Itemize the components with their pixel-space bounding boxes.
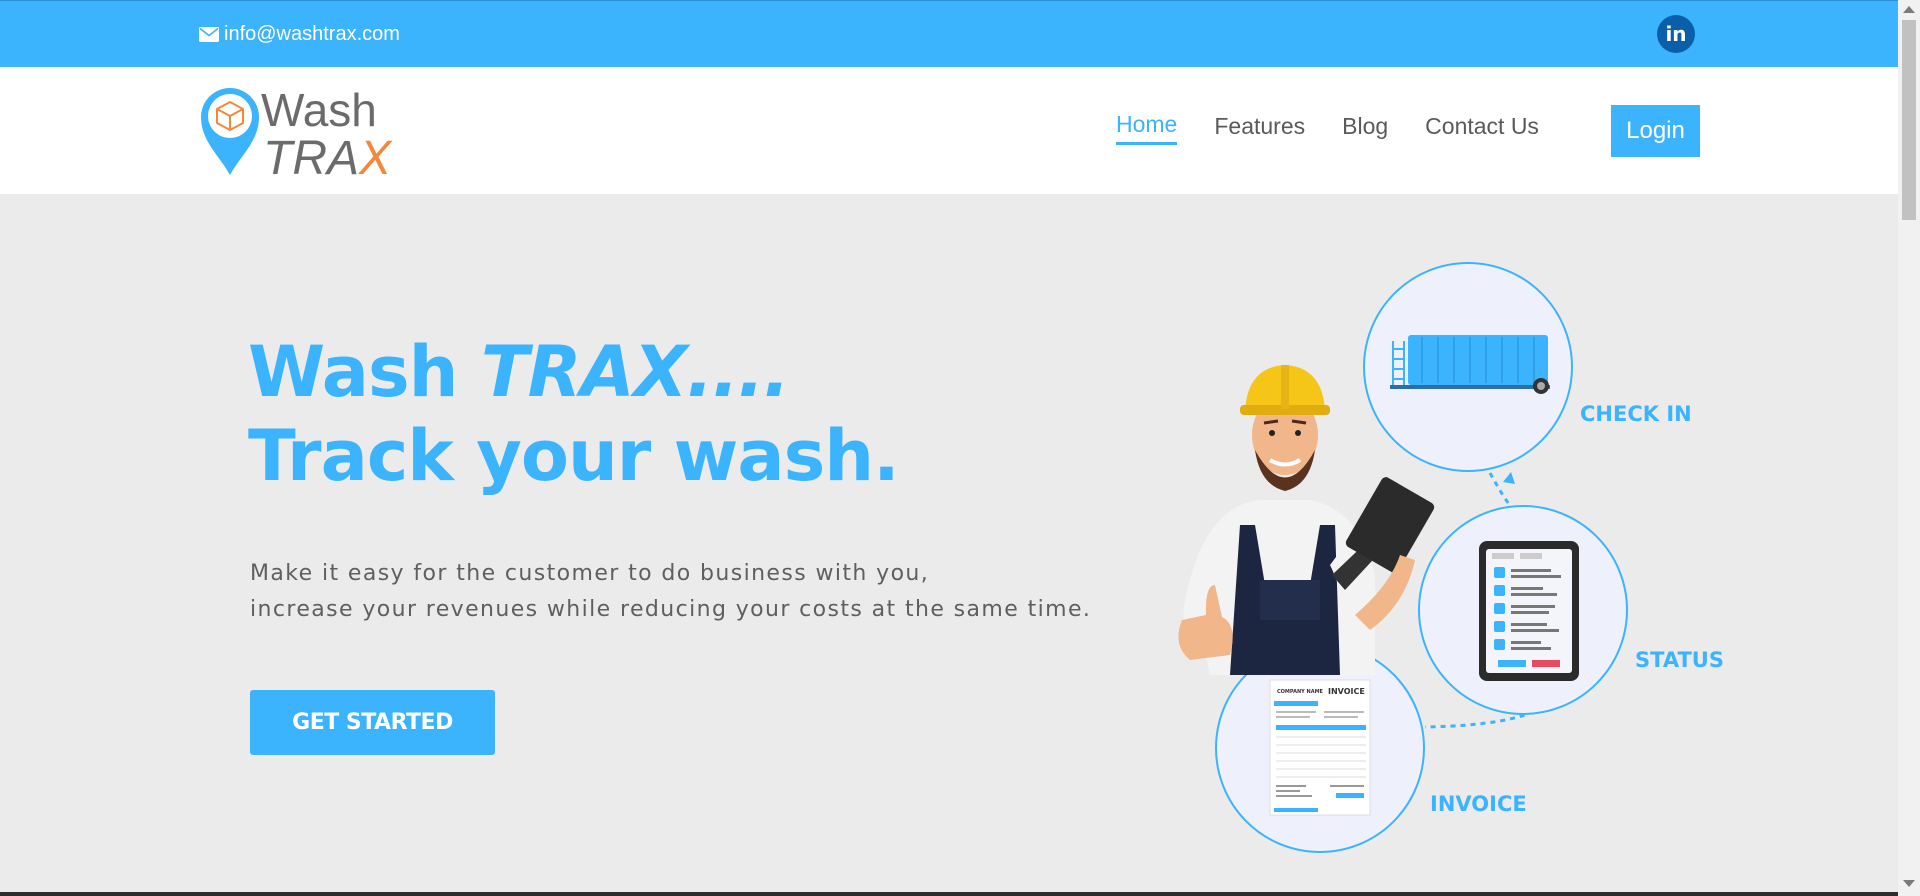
bottom-edge [0, 892, 1898, 896]
logo-x: X [359, 132, 392, 185]
get-started-button[interactable]: GET STARTED [250, 690, 495, 755]
logo-tra: TRA [263, 132, 359, 185]
hero-description: Make it easy for the customer to do busi… [250, 556, 1091, 628]
hero-title-wash: Wash [248, 331, 458, 413]
nav-contact-us[interactable]: Contact Us [1425, 107, 1539, 144]
email-text: info@washtrax.com [224, 22, 400, 45]
scroll-thumb[interactable] [1902, 20, 1916, 220]
invoice-circle: COMPANY NAME INVOICE [1215, 643, 1425, 853]
nav-menu: Home Features Blog Contact Us [1116, 105, 1576, 145]
logo-wash-text: Wash [261, 84, 377, 136]
nav-blog[interactable]: Blog [1342, 107, 1388, 144]
status-circle [1418, 505, 1628, 715]
nav-home[interactable]: Home [1116, 105, 1178, 145]
workflow-graphic: COMPANY NAME INVOICE [1178, 262, 1628, 853]
step-check-in-label: CHECK IN [1580, 402, 1692, 426]
email-link[interactable]: info@washtrax.com [199, 21, 400, 47]
linkedin-label: in [1665, 22, 1687, 46]
hero-text-line1: Make it easy for the customer to do busi… [250, 561, 930, 586]
hero-title: Wash TRAX.... Track your wash. [248, 330, 900, 498]
top-contact-bar: info@washtrax.com in [0, 0, 1898, 67]
scroll-down-arrow-icon[interactable] [1903, 880, 1915, 887]
main-navbar: Wash TRAX Home Features Blog Contact Us … [0, 67, 1898, 194]
linkedin-icon[interactable]: in [1657, 15, 1695, 53]
step-status-label: STATUS [1635, 648, 1724, 672]
hero-title-line2: Track your wash. [248, 415, 900, 497]
hero-title-trax: TRAX.... [480, 331, 790, 413]
envelope-icon [199, 26, 219, 42]
page-scrollbar[interactable] [1898, 0, 1920, 896]
scroll-up-arrow-icon[interactable] [1903, 6, 1915, 13]
washtrax-logo[interactable]: Wash TRAX [199, 84, 399, 186]
location-pin-icon [201, 88, 259, 175]
step-invoice-label: INVOICE [1430, 792, 1527, 816]
svg-text:INVOICE: INVOICE [1328, 687, 1365, 696]
hero-text-line2: increase your revenues while reducing yo… [250, 597, 1092, 622]
workflow-illustration: COMPANY NAME INVOICE CHECK IN STATUS INV… [1160, 255, 1730, 865]
login-button[interactable]: Login [1611, 105, 1700, 157]
hero-title-line1: Wash TRAX.... [248, 330, 899, 414]
nav-features[interactable]: Features [1214, 107, 1305, 144]
check-in-circle [1363, 262, 1573, 472]
svg-text:COMPANY NAME: COMPANY NAME [1277, 689, 1324, 695]
logo-trax-text: TRAX [263, 131, 391, 186]
